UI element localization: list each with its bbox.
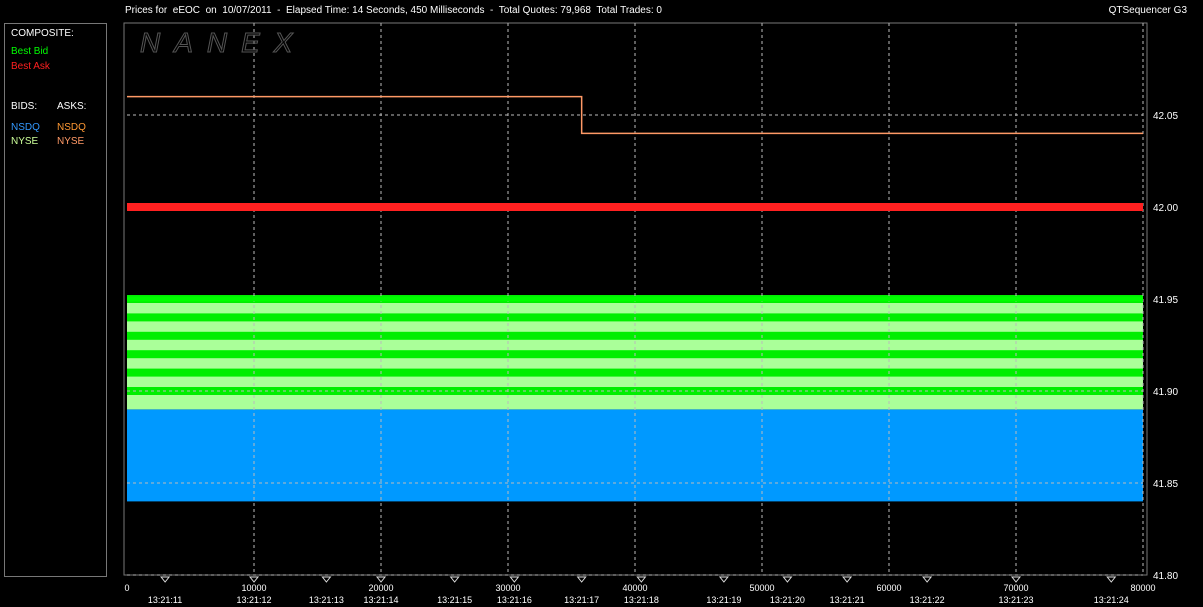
time-marker-5 — [509, 576, 520, 583]
time-marker-2 — [321, 576, 332, 583]
x-tick-label-1: 10000 — [241, 583, 266, 593]
time-marker-12 — [1010, 576, 1022, 583]
time-label-6: 13:21:17 — [564, 595, 599, 605]
time-marker-3 — [375, 576, 387, 583]
y-tick-label-4: 42.00 — [1153, 203, 1178, 214]
time-label-8: 13:21:19 — [706, 595, 741, 605]
x-tick-label-6: 60000 — [876, 583, 901, 593]
y-tick-label-0: 41.80 — [1153, 571, 1178, 582]
y-tick-label-1: 41.85 — [1153, 479, 1178, 490]
time-label-10: 13:21:21 — [830, 595, 865, 605]
time-marker-7 — [636, 576, 647, 583]
time-marker-6 — [576, 576, 587, 583]
x-tick-label-8: 80000 — [1130, 583, 1155, 593]
time-label-1: 13:21:12 — [236, 595, 271, 605]
x-tick-label-7: 70000 — [1003, 583, 1028, 593]
time-marker-4 — [449, 576, 460, 583]
time-marker-10 — [842, 576, 853, 583]
x-tick-label-2: 20000 — [368, 583, 393, 593]
time-marker-9 — [782, 576, 793, 583]
x-tick-label-3: 30000 — [495, 583, 520, 593]
price-chart: NANEX 41.80 41.85 41.90 41.95 42.00 42.05 0 100… — [123, 22, 1178, 605]
time-label-7: 13:21:18 — [624, 595, 659, 605]
x-tick-label-5: 50000 — [749, 583, 774, 593]
time-marker-0 — [160, 576, 171, 583]
time-label-4: 13:21:15 — [437, 595, 472, 605]
time-label-13: 13:21:24 — [1094, 595, 1129, 605]
time-label-11: 13:21:22 — [910, 595, 945, 605]
x-tick-label-4: 40000 — [622, 583, 647, 593]
time-marker-11 — [922, 576, 933, 583]
nanex-watermark: NANEX — [140, 27, 306, 58]
y-tick-label-2: 41.90 — [1153, 387, 1178, 398]
time-label-3: 13:21:14 — [363, 595, 398, 605]
time-marker-1 — [248, 576, 260, 583]
x-tick-label-0: 0 — [124, 583, 129, 593]
y-tick-label-3: 41.95 — [1153, 295, 1178, 306]
time-marker-13 — [1106, 576, 1117, 583]
time-marker-8 — [718, 576, 729, 583]
time-label-9: 13:21:20 — [770, 595, 805, 605]
time-label-0: 13:21:11 — [148, 595, 182, 605]
y-tick-label-5: 42.05 — [1153, 111, 1178, 122]
time-label-2: 13:21:13 — [309, 595, 344, 605]
time-label-5: 13:21:16 — [497, 595, 532, 605]
time-label-12: 13:21:23 — [998, 595, 1033, 605]
